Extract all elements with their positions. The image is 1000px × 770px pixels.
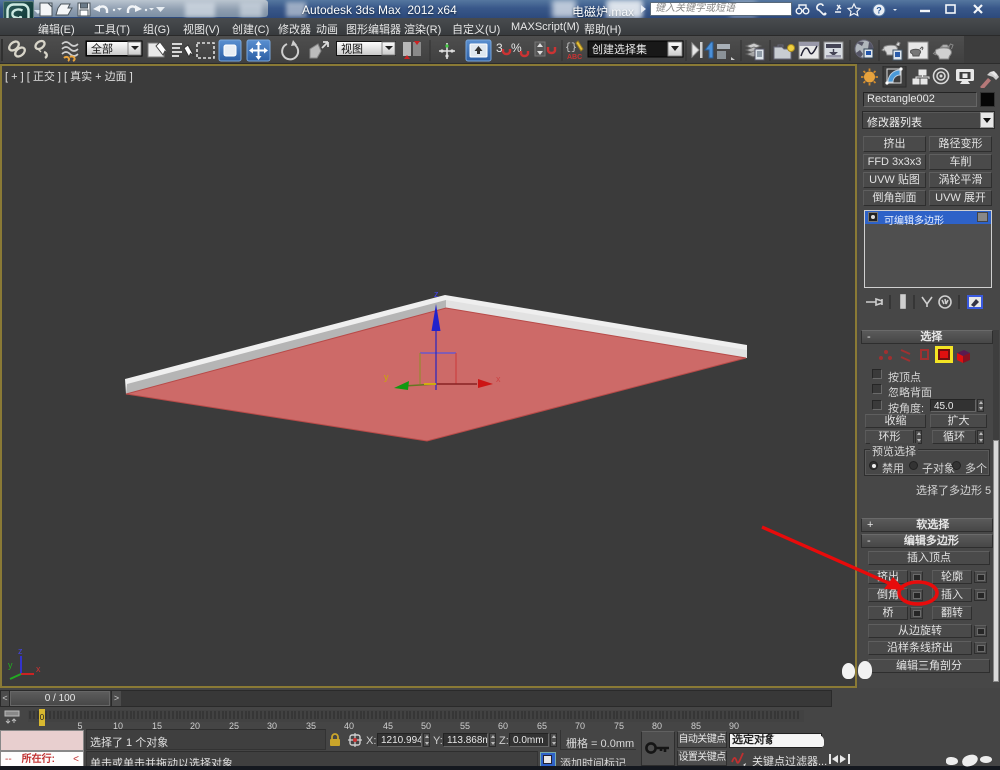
svg-text:y: y (384, 372, 389, 382)
svg-text:45: 45 (383, 721, 393, 729)
svg-text:10: 10 (113, 721, 123, 729)
svg-text:40: 40 (344, 721, 354, 729)
svg-text:20: 20 (190, 721, 200, 729)
svg-text:50: 50 (421, 721, 431, 729)
svg-text:90: 90 (729, 721, 739, 729)
svg-text:35: 35 (306, 721, 316, 729)
svg-text:x: x (36, 664, 41, 674)
svg-text:30: 30 (267, 721, 277, 729)
svg-text:70: 70 (575, 721, 585, 729)
svg-text:65: 65 (537, 721, 547, 729)
svg-text:60: 60 (498, 721, 508, 729)
svg-text:z: z (18, 646, 23, 656)
svg-text:15: 15 (152, 721, 162, 729)
svg-text:5: 5 (77, 721, 82, 729)
svg-text:80: 80 (652, 721, 662, 729)
svg-text:z: z (434, 289, 439, 299)
svg-text:y: y (8, 660, 13, 670)
svg-text:75: 75 (614, 721, 624, 729)
svg-text:0: 0 (40, 713, 45, 722)
svg-text:25: 25 (229, 721, 239, 729)
svg-text:85: 85 (691, 721, 701, 729)
svg-text:x: x (496, 374, 501, 384)
svg-text:55: 55 (460, 721, 470, 729)
